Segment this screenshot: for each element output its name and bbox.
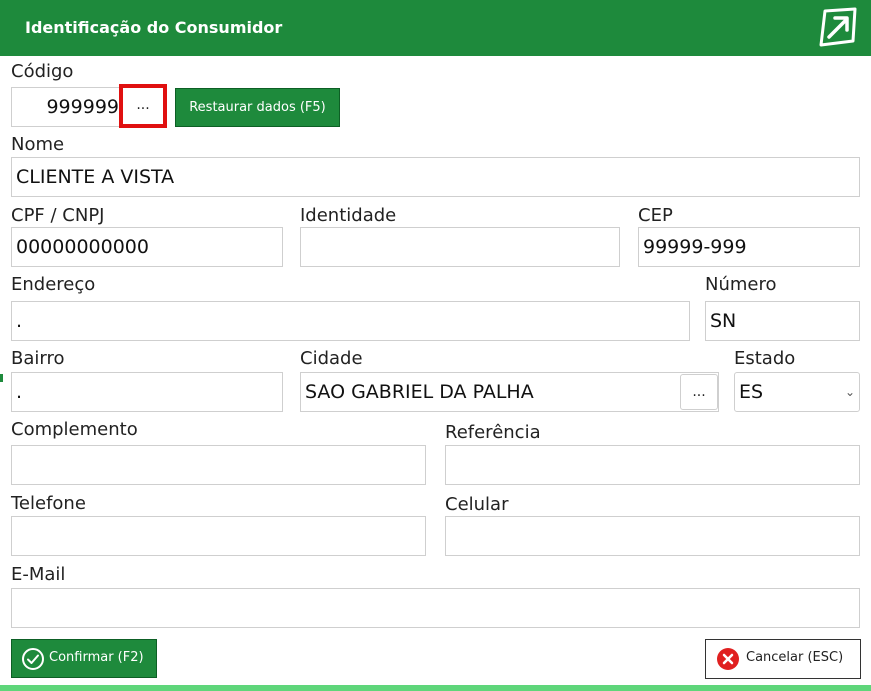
estado-select[interactable]: ES ⌄	[734, 372, 860, 412]
cidade-input[interactable]: SAO GABRIEL DA PALHA	[300, 372, 719, 412]
cidade-label: Cidade	[300, 348, 363, 369]
codigo-label: Código	[11, 61, 74, 82]
chevron-down-icon: ⌄	[844, 385, 855, 399]
celular-label: Celular	[445, 494, 509, 515]
arrow-box-icon	[819, 7, 857, 47]
cancel-button[interactable]: Cancelar (ESC)	[705, 639, 861, 679]
confirm-button[interactable]: Confirmar (F2)	[11, 639, 157, 678]
cancel-label: Cancelar (ESC)	[746, 650, 844, 665]
nome-input[interactable]: CLIENTE A VISTA	[11, 157, 860, 197]
email-input[interactable]	[11, 588, 860, 628]
endereco-input[interactable]: .	[11, 301, 690, 341]
complemento-label: Complemento	[11, 419, 138, 440]
cpf-label: CPF / CNPJ	[11, 205, 105, 226]
cidade-search-button[interactable]: ...	[680, 374, 718, 410]
cep-label: CEP	[638, 205, 673, 226]
title-bar: Identificação do Consumidor	[0, 0, 871, 56]
telefone-label: Telefone	[11, 493, 86, 514]
referencia-label: Referência	[445, 422, 541, 443]
bairro-label: Bairro	[11, 348, 65, 369]
confirm-label: Confirmar (F2)	[49, 650, 144, 665]
codigo-input[interactable]: 999999	[11, 87, 122, 127]
email-label: E-Mail	[11, 564, 66, 585]
nome-label: Nome	[11, 134, 65, 155]
restore-data-button[interactable]: Restaurar dados (F5)	[175, 88, 340, 127]
telefone-input[interactable]	[11, 516, 426, 556]
bairro-input[interactable]: .	[11, 372, 283, 412]
complemento-input[interactable]	[11, 445, 426, 485]
estado-value: ES	[739, 381, 764, 403]
numero-label: Número	[705, 274, 777, 295]
celular-input[interactable]	[445, 516, 860, 556]
endereco-label: Endereço	[11, 274, 96, 295]
window-title: Identificação do Consumidor	[25, 18, 283, 37]
cpf-input[interactable]: 00000000000	[11, 227, 283, 267]
identidade-label: Identidade	[300, 205, 397, 226]
close-circle-icon	[717, 648, 739, 670]
identidade-input[interactable]	[300, 227, 620, 267]
bottom-accent-bar	[0, 685, 871, 691]
cep-input[interactable]: 99999-999	[638, 227, 860, 267]
estado-label: Estado	[734, 348, 796, 369]
codigo-search-button[interactable]: ...	[119, 84, 167, 128]
numero-input[interactable]: SN	[705, 301, 860, 341]
left-edge-marker	[0, 374, 3, 382]
referencia-input[interactable]	[445, 445, 860, 485]
check-circle-icon	[22, 648, 44, 670]
